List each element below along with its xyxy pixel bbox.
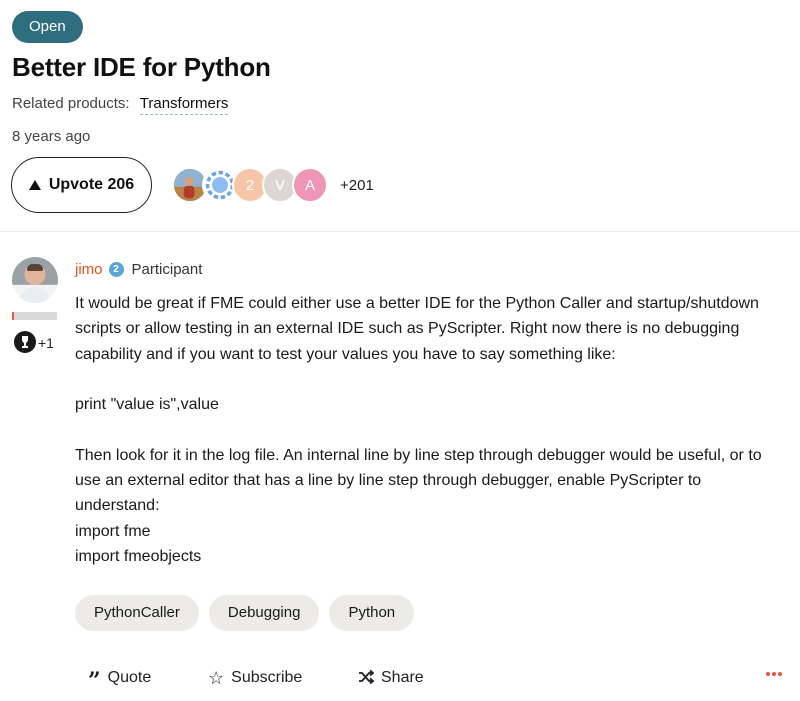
upvote-button[interactable]: Upvote 206 [11,157,152,213]
post-actions: ” Quote ☆ Subscribe Share [0,666,800,694]
tag-list: PythonCaller Debugging Python [75,595,415,631]
tag-pythoncaller[interactable]: PythonCaller [75,595,199,631]
post-body: It would be great if FME could either us… [75,291,785,569]
tag-python[interactable]: Python [329,595,415,631]
shuffle-icon [358,669,375,688]
related-product-link[interactable]: Transformers [139,95,229,115]
post-code-line: import fmeobjects [75,547,202,565]
extra-badges-count[interactable]: +1 [38,335,54,351]
rank-progress-bar [12,312,57,320]
author-level-badge: 2 [108,262,124,277]
post-paragraph: It would be great if FME could either us… [75,295,759,363]
post-paragraph: Then look for it in the log file. An int… [75,446,762,515]
upvote-label: Upvote 206 [48,176,135,193]
post-code-line: import fme [75,522,151,540]
tag-debugging[interactable]: Debugging [208,595,320,631]
post-code-line: print "value is",value [75,396,219,414]
divider [0,231,800,232]
related-products: Related products: Transformers [12,95,229,115]
subscribe-button[interactable]: ☆ Subscribe [208,666,302,690]
subscribe-label: Subscribe [231,669,303,686]
avatar-hair [27,264,43,271]
voter-more-count[interactable]: +201 [340,177,374,194]
achievement-badge-icon[interactable] [14,331,36,353]
page-title: Better IDE for Python [12,52,271,82]
voter-avatars[interactable]: 2 V A +201 [172,167,374,203]
quote-button[interactable]: ” Quote [88,666,152,694]
triangle-up-icon [28,180,41,190]
related-products-label: Related products: [12,95,130,112]
author-role: Participant [131,261,203,278]
author-name[interactable]: jimo [75,261,103,278]
trophy-icon [22,336,28,348]
author-line: jimo 2 Participant [75,261,202,278]
post-timestamp: 8 years ago [12,128,91,145]
more-dots-icon[interactable] [766,672,782,676]
star-icon: ☆ [208,668,225,688]
avatar-shirt [20,287,50,303]
voter-avatar: A [292,167,328,203]
quote-label: Quote [107,669,152,686]
share-label: Share [381,669,424,686]
status-badge: Open [12,11,83,43]
author-avatar[interactable] [12,257,58,303]
share-button[interactable]: Share [358,666,424,690]
rank-progress-fill [12,312,15,320]
quote-icon: ” [88,668,101,694]
